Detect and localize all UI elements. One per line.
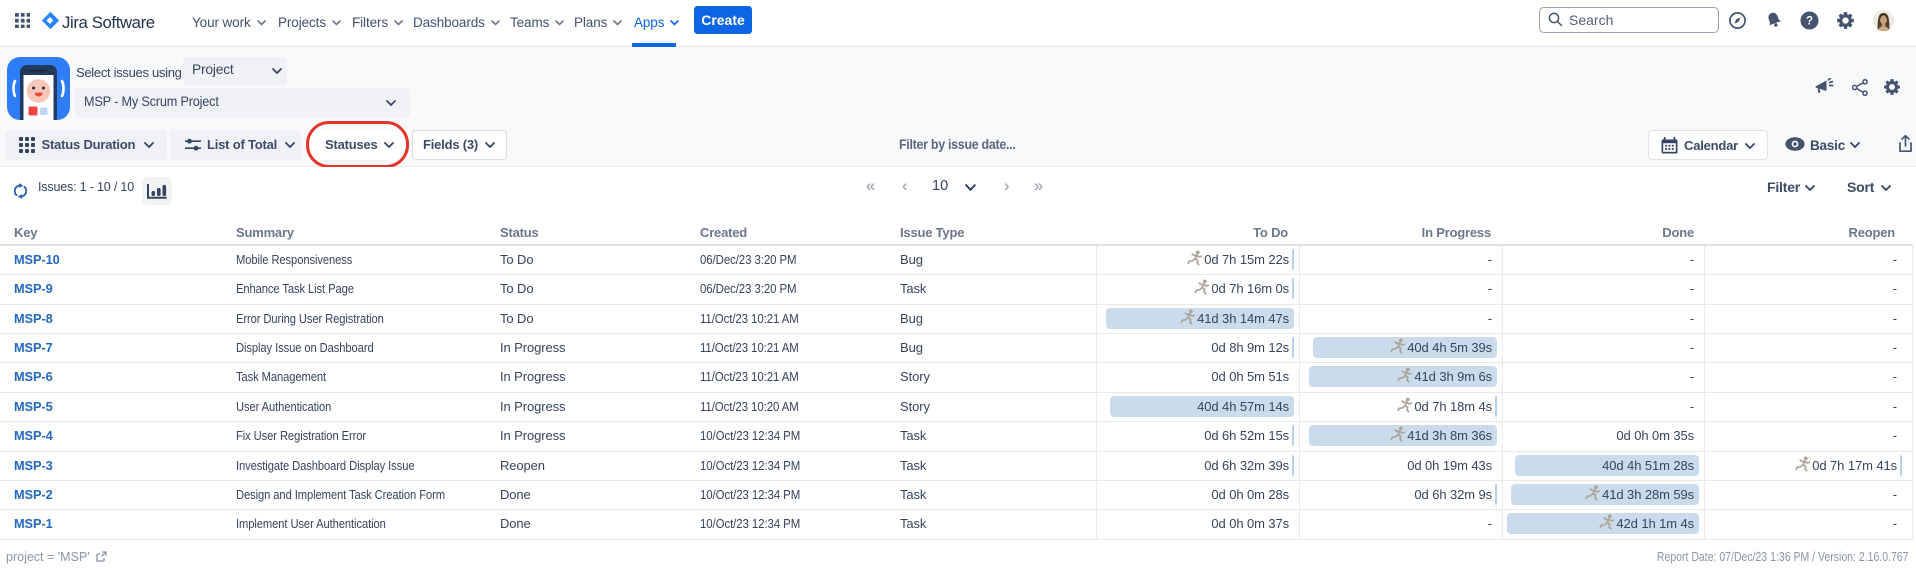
svg-text:?: ? <box>1806 16 1813 28</box>
